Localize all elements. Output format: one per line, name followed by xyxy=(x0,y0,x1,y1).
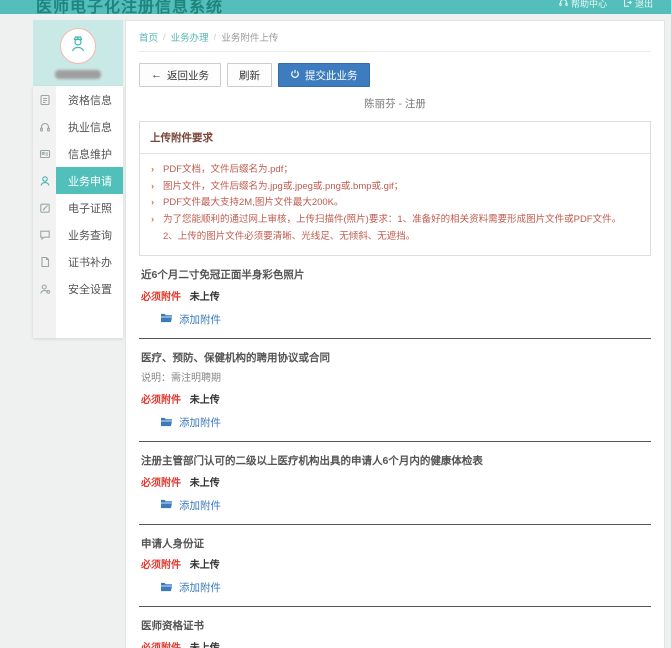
user-gear-icon xyxy=(33,275,56,302)
sidebar-item[interactable]: 资格信息 xyxy=(33,86,123,113)
submit-button[interactable]: 提交此业务 xyxy=(278,63,370,87)
add-attachment-button[interactable]: 添加附件 xyxy=(160,415,221,430)
sidebar-item-label: 证书补办 xyxy=(56,248,123,275)
sidebar-item-label: 业务查询 xyxy=(56,221,123,248)
required-badge: 必须附件 xyxy=(141,478,181,489)
attachment-status: 必须附件 未上传 xyxy=(141,556,649,571)
attachment-item: 注册主管部门认可的二级以上医疗机构出具的申请人6个月内的健康体检表 必须附件 未… xyxy=(139,442,651,525)
attachment-item: 申请人身份证 必须附件 未上传 添加附件 xyxy=(139,525,651,608)
sidebar-item-label: 电子证照 xyxy=(56,194,123,221)
app-header: 医师电子化注册信息系统 帮助中心 退出 xyxy=(0,0,671,14)
not-uploaded-status: 未上传 xyxy=(190,395,220,406)
refresh-button[interactable]: 刷新 xyxy=(227,63,272,87)
left-arrow-icon: ← xyxy=(151,70,162,81)
requirements-list: PDF文档，文件后缀名为.pdf； 图片文件，文件后缀名为.jpg或.jpeg或… xyxy=(140,154,650,255)
sidebar-item[interactable]: 信息维护 xyxy=(33,140,123,167)
document-icon xyxy=(33,86,56,113)
sidebar-item-label: 安全设置 xyxy=(56,275,123,302)
requirement-item: 图片文件，文件后缀名为.jpg或.jpeg或.png或.bmp或.gif； xyxy=(150,179,638,196)
attachment-title: 近6个月二寸免冠正面半身彩色照片 xyxy=(141,268,649,283)
attachment-item: 医师资格证书 必须附件 未上传 添加附件 xyxy=(139,607,651,648)
requirement-item: 为了您能顺利的通过网上审核，上传扫描件(照片)要求：1、准备好的相关资料需要形成… xyxy=(150,212,638,245)
user-profile-block xyxy=(33,20,123,86)
sidebar-item[interactable]: 证书补办 xyxy=(33,248,123,275)
not-uploaded-status: 未上传 xyxy=(190,292,220,303)
sidebar-item-label: 资格信息 xyxy=(56,86,123,113)
attachment-title: 医师资格证书 xyxy=(141,619,649,634)
not-uploaded-status: 未上传 xyxy=(190,560,220,571)
attachment-title: 申请人身份证 xyxy=(141,537,649,552)
help-link[interactable]: 帮助中心 xyxy=(559,0,607,10)
breadcrumb-item[interactable]: 业务附件上传 xyxy=(221,30,278,44)
logout-link[interactable]: 退出 xyxy=(623,0,653,10)
upload-requirements-panel: 上传附件要求 PDF文档，文件后缀名为.pdf； 图片文件，文件后缀名为.jpg… xyxy=(139,121,651,256)
applicant-line: 陈丽芬 - 注册 xyxy=(139,96,651,111)
attachment-item: 近6个月二寸免冠正面半身彩色照片 必须附件 未上传 添加附件 xyxy=(139,256,651,339)
toolbar: ← 返回业务 刷新 提交此业务 xyxy=(139,63,651,87)
attachment-status: 必须附件 未上传 xyxy=(141,288,649,303)
folder-icon xyxy=(160,312,173,326)
requirements-title: 上传附件要求 xyxy=(140,122,650,154)
add-attachment-button[interactable]: 添加附件 xyxy=(160,312,221,327)
attachments-list: 近6个月二寸免冠正面半身彩色照片 必须附件 未上传 添加附件 医疗、预 xyxy=(139,256,651,648)
sidebar-item[interactable]: 电子证照 xyxy=(33,194,123,221)
attachment-status: 必须附件 未上传 xyxy=(141,639,649,648)
attachment-status: 必须附件 未上传 xyxy=(141,474,649,489)
app-title: 医师电子化注册信息系统 xyxy=(36,0,223,14)
attachment-title: 注册主管部门认可的二级以上医疗机构出具的申请人6个月内的健康体检表 xyxy=(141,454,649,469)
breadcrumb-item[interactable]: 首页 xyxy=(139,30,158,44)
doctor-icon xyxy=(68,34,88,57)
attachment-item: 医疗、预防、保健机构的聘用协议或合同 说明：需注明聘期 必须附件 未上传 添加附… xyxy=(139,339,651,442)
main-panel: 首页 / 业务办理 / 业务附件上传 ← 返回业务 刷新 提交此业务 陈丽芬 -… xyxy=(125,20,665,648)
sidebar-item[interactable]: 安全设置 xyxy=(33,275,123,302)
breadcrumb-item[interactable]: 业务办理 xyxy=(171,30,209,44)
requirement-item: PDF文档，文件后缀名为.pdf； xyxy=(150,162,638,179)
sidebar-item[interactable]: 业务查询 xyxy=(33,221,123,248)
id-card-icon xyxy=(33,140,56,167)
folder-icon xyxy=(160,498,173,512)
attachment-status: 必须附件 未上传 xyxy=(141,391,649,406)
required-badge: 必须附件 xyxy=(141,643,181,648)
edit-icon xyxy=(33,194,56,221)
sidebar-item-label: 执业信息 xyxy=(56,113,123,140)
file-icon xyxy=(33,248,56,275)
sidebar-item[interactable]: 业务申请 xyxy=(33,167,123,194)
sidebar-item-label: 业务申请 xyxy=(56,167,123,194)
power-icon xyxy=(290,69,300,82)
requirement-item: PDF文件最大支持2M,图片文件最大200K。 xyxy=(150,195,638,212)
logout-icon xyxy=(623,0,632,9)
attachment-note: 说明：需注明聘期 xyxy=(141,371,649,387)
chat-icon xyxy=(33,221,56,248)
avatar xyxy=(60,28,96,64)
sidebar: 资格信息 执业信息 信息维护 业务申请 电子证照 xyxy=(33,20,123,338)
not-uploaded-status: 未上传 xyxy=(190,643,220,648)
breadcrumb-separator: / xyxy=(209,32,222,43)
breadcrumb-separator: / xyxy=(158,32,171,43)
headset-icon xyxy=(33,113,56,140)
attachment-title: 医疗、预防、保健机构的聘用协议或合同 xyxy=(141,351,649,366)
headset-icon xyxy=(559,0,568,9)
sidebar-menu: 资格信息 执业信息 信息维护 业务申请 电子证照 xyxy=(33,86,123,338)
folder-icon xyxy=(160,416,173,430)
sidebar-item[interactable]: 执业信息 xyxy=(33,113,123,140)
add-attachment-button[interactable]: 添加附件 xyxy=(160,498,221,513)
user-icon xyxy=(33,167,56,194)
folder-icon xyxy=(160,581,173,595)
add-attachment-button[interactable]: 添加附件 xyxy=(160,580,221,595)
header-links: 帮助中心 退出 xyxy=(559,0,653,10)
sidebar-item-label: 信息维护 xyxy=(56,140,123,167)
breadcrumb: 首页 / 业务办理 / 业务附件上传 xyxy=(139,21,651,52)
required-badge: 必须附件 xyxy=(141,560,181,571)
required-badge: 必须附件 xyxy=(141,292,181,303)
not-uploaded-status: 未上传 xyxy=(190,478,220,489)
required-badge: 必须附件 xyxy=(141,395,181,406)
user-name-redacted xyxy=(55,70,101,79)
back-button[interactable]: ← 返回业务 xyxy=(139,63,221,87)
